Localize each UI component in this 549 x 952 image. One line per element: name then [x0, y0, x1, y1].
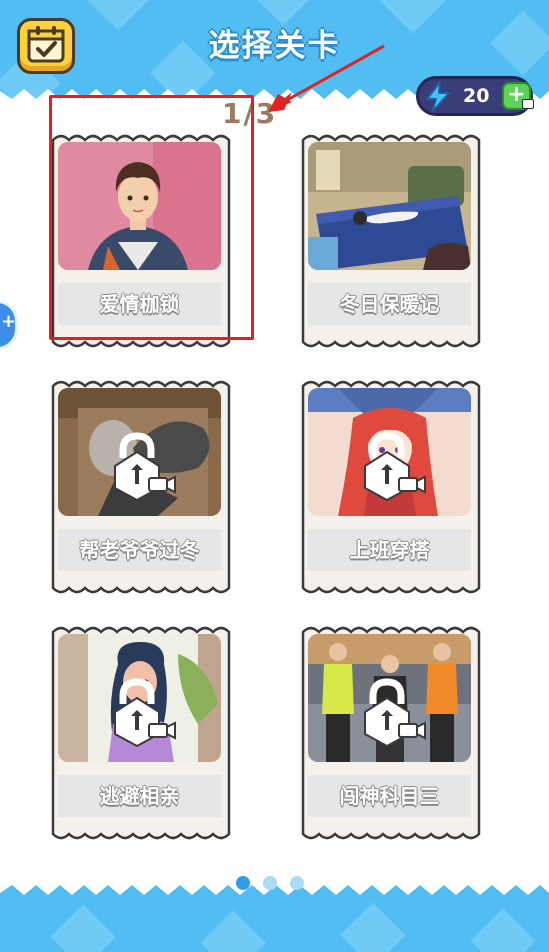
page-dot-2[interactable]: [263, 876, 277, 890]
page-dot-3[interactable]: [290, 876, 304, 890]
pattern-diamond: [200, 910, 266, 952]
level-thumbnail: [58, 142, 221, 270]
lock-video-icon: [364, 678, 426, 748]
page-title: 选择关卡: [208, 28, 341, 64]
level-card-2[interactable]: 冬日保暖记: [299, 130, 485, 354]
bottom-bar: [0, 884, 549, 952]
level-card-1[interactable]: 爱情枷锁: [49, 130, 235, 354]
level-name: 上班穿搭: [308, 529, 471, 571]
video-icon: [522, 99, 534, 109]
pattern-diamond: [340, 902, 406, 952]
energy-value: 20: [463, 85, 490, 107]
level-card-6[interactable]: 闯神科目三: [299, 622, 485, 846]
plus-icon: +: [1, 311, 17, 332]
pattern-diamond: [470, 908, 536, 952]
level-thumbnail: [308, 142, 471, 270]
side-float-button[interactable]: +: [0, 300, 18, 350]
level-card-3[interactable]: 帮老爷爷过冬: [49, 376, 235, 600]
page-counter: 1/3: [222, 97, 278, 130]
lock-video-icon: [114, 432, 176, 502]
lightning-icon: [426, 81, 450, 113]
page-dot-1[interactable]: [236, 876, 250, 890]
level-name: 闯神科目三: [308, 775, 471, 817]
level-name: 爱情枷锁: [58, 283, 221, 325]
level-name: 逃避相亲: [58, 775, 221, 817]
level-name: 冬日保暖记: [308, 283, 471, 325]
energy-counter: 20 +: [416, 76, 534, 116]
level-card-5[interactable]: 逃避相亲: [49, 622, 235, 846]
lock-video-icon: [364, 432, 426, 502]
lock-video-icon: [114, 678, 176, 748]
level-name: 帮老爷爷过冬: [58, 529, 221, 571]
level-card-4[interactable]: 上班穿搭: [299, 376, 485, 600]
pattern-diamond: [50, 904, 116, 952]
